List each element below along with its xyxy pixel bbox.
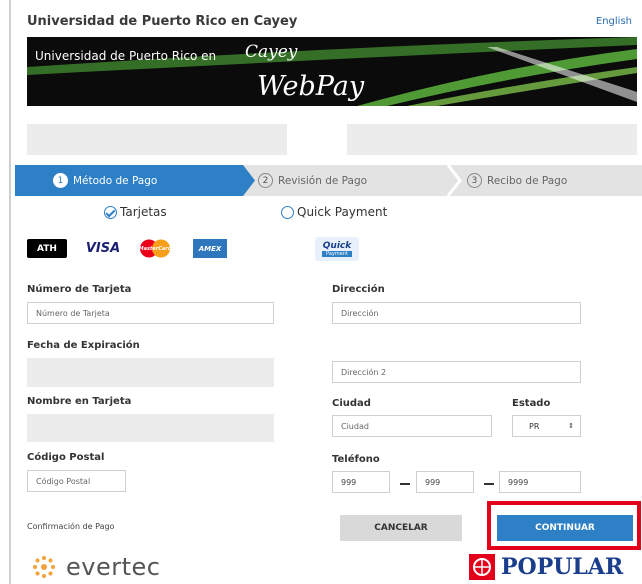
left-border-rule [9,0,11,584]
mastercard-logo-text: MasterCard [138,245,172,252]
mastercard-logo: MasterCard [137,239,173,258]
info-panel-right [347,124,637,155]
option-quick-payment-label: Quick Payment [297,205,388,219]
address-input[interactable] [332,302,581,324]
highlight-box [487,501,641,550]
option-quick-payment[interactable]: Quick Payment [281,205,387,219]
popular-emblem-icon [469,554,495,580]
option-tarjetas-label: Tarjetas [120,205,167,219]
quick-logo-bottom: Payment [322,251,352,257]
phone-area-input[interactable] [332,471,390,493]
address-label: Dirección [332,284,385,295]
quick-logo-top: Quick [322,241,352,251]
city-label: Ciudad [332,398,371,409]
radio-unchecked-icon[interactable] [281,205,294,219]
amex-logo: AMEX [193,239,227,258]
state-label: Estado [512,398,551,409]
state-select[interactable]: PR ⇕ [512,415,581,437]
phone-prefix-input[interactable] [416,471,474,493]
ath-logo: ATH [27,239,67,258]
institution-title: Universidad de Puerto Rico en Cayey [27,14,298,29]
step-payment-receipt[interactable]: 3 Recibo de Pago [467,165,567,196]
evertec-logo: evertec [30,553,160,581]
select-arrows-icon: ⇕ [568,422,574,430]
step-label: Método de Pago [73,174,158,187]
banner-university-text: Universidad de Puerto Rico en [35,49,217,63]
popular-logo: POPULAR [469,554,623,580]
address2-input[interactable] [332,361,581,383]
radio-checked-icon[interactable] [104,205,117,219]
phone-label: Teléfono [332,454,380,465]
expiration-label: Fecha de Expiración [27,340,140,351]
visa-logo-text: VISA [85,241,121,256]
step-number: 1 [53,173,68,188]
expiration-field[interactable] [27,358,274,387]
banner-cayey-script: Cayey [245,42,298,62]
state-select-value: PR [529,421,540,431]
card-name-label: Nombre en Tarjeta [27,396,132,407]
cancel-button[interactable]: CANCELAR [340,515,462,541]
amex-logo-text: AMEX [198,244,222,253]
checkout-steps: 1 Método de Pago 2 Revisión de Pago 3 Re… [15,165,642,196]
info-panel-left [27,124,287,155]
city-input[interactable] [332,415,492,437]
payment-confirmation-label: Confirmación de Pago [27,522,115,531]
step-number: 2 [258,173,273,188]
step-label: Revisión de Pago [278,174,368,187]
visa-logo: VISA [84,239,122,258]
zip-label: Código Postal [27,452,105,463]
webpay-banner: Universidad de Puerto Rico en Cayey WebP… [27,37,637,106]
evertec-logo-text: evertec [66,553,161,581]
ath-logo-text: ATH [37,243,57,254]
quick-payment-logo: Quick Payment [315,237,359,261]
phone-dash-icon [400,483,410,485]
banner-webpay-title: WebPay [257,71,365,102]
step-number: 3 [467,173,482,188]
card-number-label: Número de Tarjeta [27,284,132,295]
step-payment-review[interactable]: 2 Revisión de Pago [258,165,367,196]
evertec-sun-icon [33,556,55,578]
language-link[interactable]: English [596,16,632,27]
card-name-field[interactable] [27,414,274,442]
phone-dash-icon [484,483,494,485]
card-number-input[interactable] [27,302,274,324]
option-tarjetas[interactable]: Tarjetas [104,205,167,219]
step-label: Recibo de Pago [487,174,568,187]
step-payment-method[interactable]: 1 Método de Pago [15,165,255,196]
popular-logo-text: POPULAR [501,554,624,580]
zip-input[interactable] [27,470,126,492]
phone-line-input[interactable] [499,471,581,493]
